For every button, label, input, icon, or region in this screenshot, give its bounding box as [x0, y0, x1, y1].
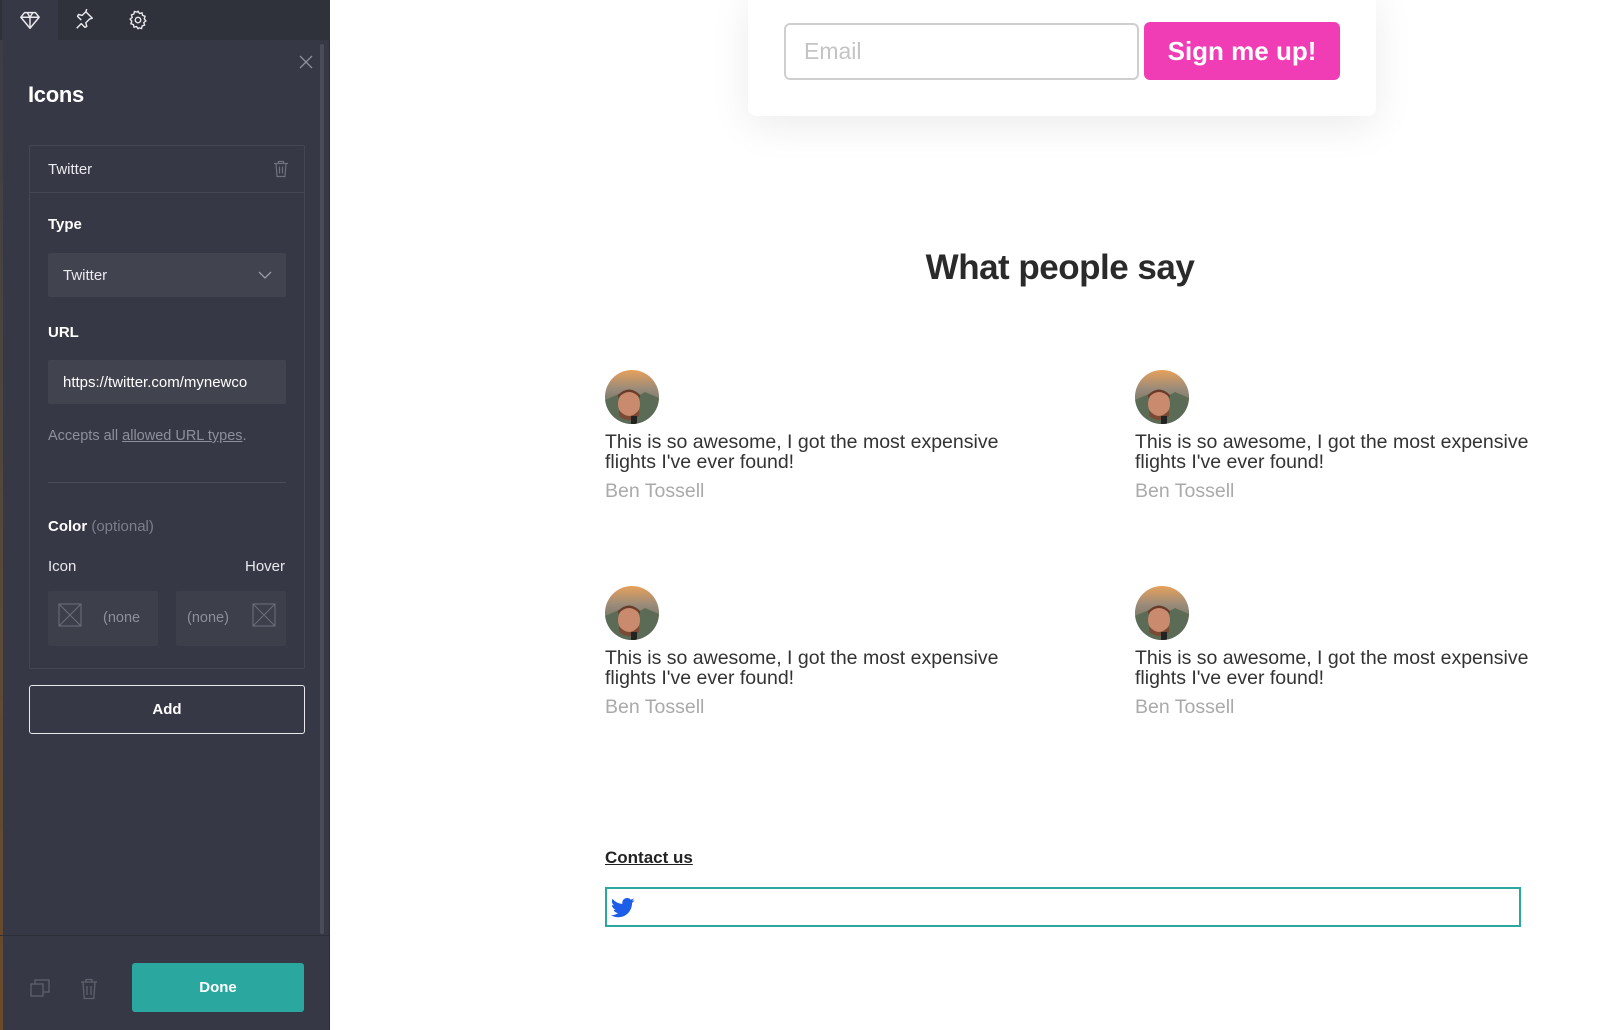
sidebar-footer: Done — [0, 935, 330, 1030]
tab-diamond[interactable] — [2, 0, 58, 40]
testimonial-author: Ben Tossell — [605, 696, 705, 718]
icon-item-editor: Twitter Type Twitter URL Accepts all all… — [29, 145, 305, 669]
icon-item-title: Twitter — [48, 161, 93, 178]
url-input[interactable] — [48, 360, 286, 404]
tab-settings[interactable] — [110, 0, 166, 40]
chevron-down-icon — [258, 271, 272, 279]
sidebar-tab-bar — [0, 0, 330, 40]
twitter-icon[interactable] — [611, 897, 635, 919]
type-select[interactable]: Twitter — [48, 253, 286, 297]
trash-icon[interactable] — [273, 160, 289, 178]
testimonial-author: Ben Tossell — [605, 480, 705, 502]
empty-swatch-icon — [252, 603, 276, 627]
done-button[interactable]: Done — [132, 963, 304, 1012]
icon-color-picker[interactable]: (none — [48, 591, 158, 646]
icon-color-label: Icon — [48, 558, 77, 575]
color-label: Color (optional) — [48, 518, 154, 535]
trash-icon[interactable] — [80, 978, 98, 1000]
editor-sidebar: Icons Twitter Type Twitter URL Accepts a… — [0, 0, 330, 1030]
empty-swatch-icon — [58, 603, 82, 627]
duplicate-icon[interactable] — [30, 979, 50, 999]
type-label: Type — [48, 216, 82, 233]
optional-tag: (optional) — [91, 518, 154, 535]
divider — [48, 482, 286, 483]
icon-item-header[interactable]: Twitter — [30, 146, 304, 193]
hover-color-picker[interactable]: (none) — [176, 591, 286, 646]
close-icon[interactable] — [298, 54, 314, 70]
panel-title: Icons — [28, 82, 84, 107]
hover-color-value: (none) — [187, 610, 229, 626]
social-icons-block[interactable] — [605, 887, 1521, 927]
avatar — [605, 586, 659, 640]
sign-up-button[interactable]: Sign me up! — [1144, 22, 1340, 80]
testimonial-quote: This is so awesome, I got the most expen… — [605, 431, 999, 473]
testimonial-quote: This is so awesome, I got the most expen… — [605, 647, 999, 689]
avatar — [1135, 370, 1189, 424]
add-button[interactable]: Add — [29, 685, 305, 734]
testimonial-quote: This is so awesome, I got the most expen… — [1135, 431, 1529, 473]
contact-heading: Contact us — [605, 848, 693, 867]
url-hint: Accepts all allowed URL types. — [48, 428, 247, 444]
sidebar-scrollbar[interactable] — [320, 44, 324, 934]
avatar — [605, 370, 659, 424]
email-input[interactable] — [784, 23, 1139, 80]
gear-icon — [129, 10, 147, 30]
hover-color-label: Hover — [245, 558, 286, 575]
pin-icon — [76, 9, 93, 29]
avatar — [1135, 586, 1189, 640]
testimonial-author: Ben Tossell — [1135, 480, 1235, 502]
type-select-value: Twitter — [63, 267, 108, 284]
section-title: What people say — [925, 248, 1195, 287]
diamond-icon — [20, 11, 40, 29]
icon-color-value: (none — [103, 610, 141, 626]
url-label: URL — [48, 324, 79, 341]
allowed-url-types-link[interactable]: allowed URL types — [122, 428, 242, 444]
testimonial-author: Ben Tossell — [1135, 696, 1235, 718]
tab-pin[interactable] — [56, 0, 112, 40]
testimonial-quote: This is so awesome, I got the most expen… — [1135, 647, 1529, 689]
signup-card: Sign me up! — [748, 0, 1376, 116]
